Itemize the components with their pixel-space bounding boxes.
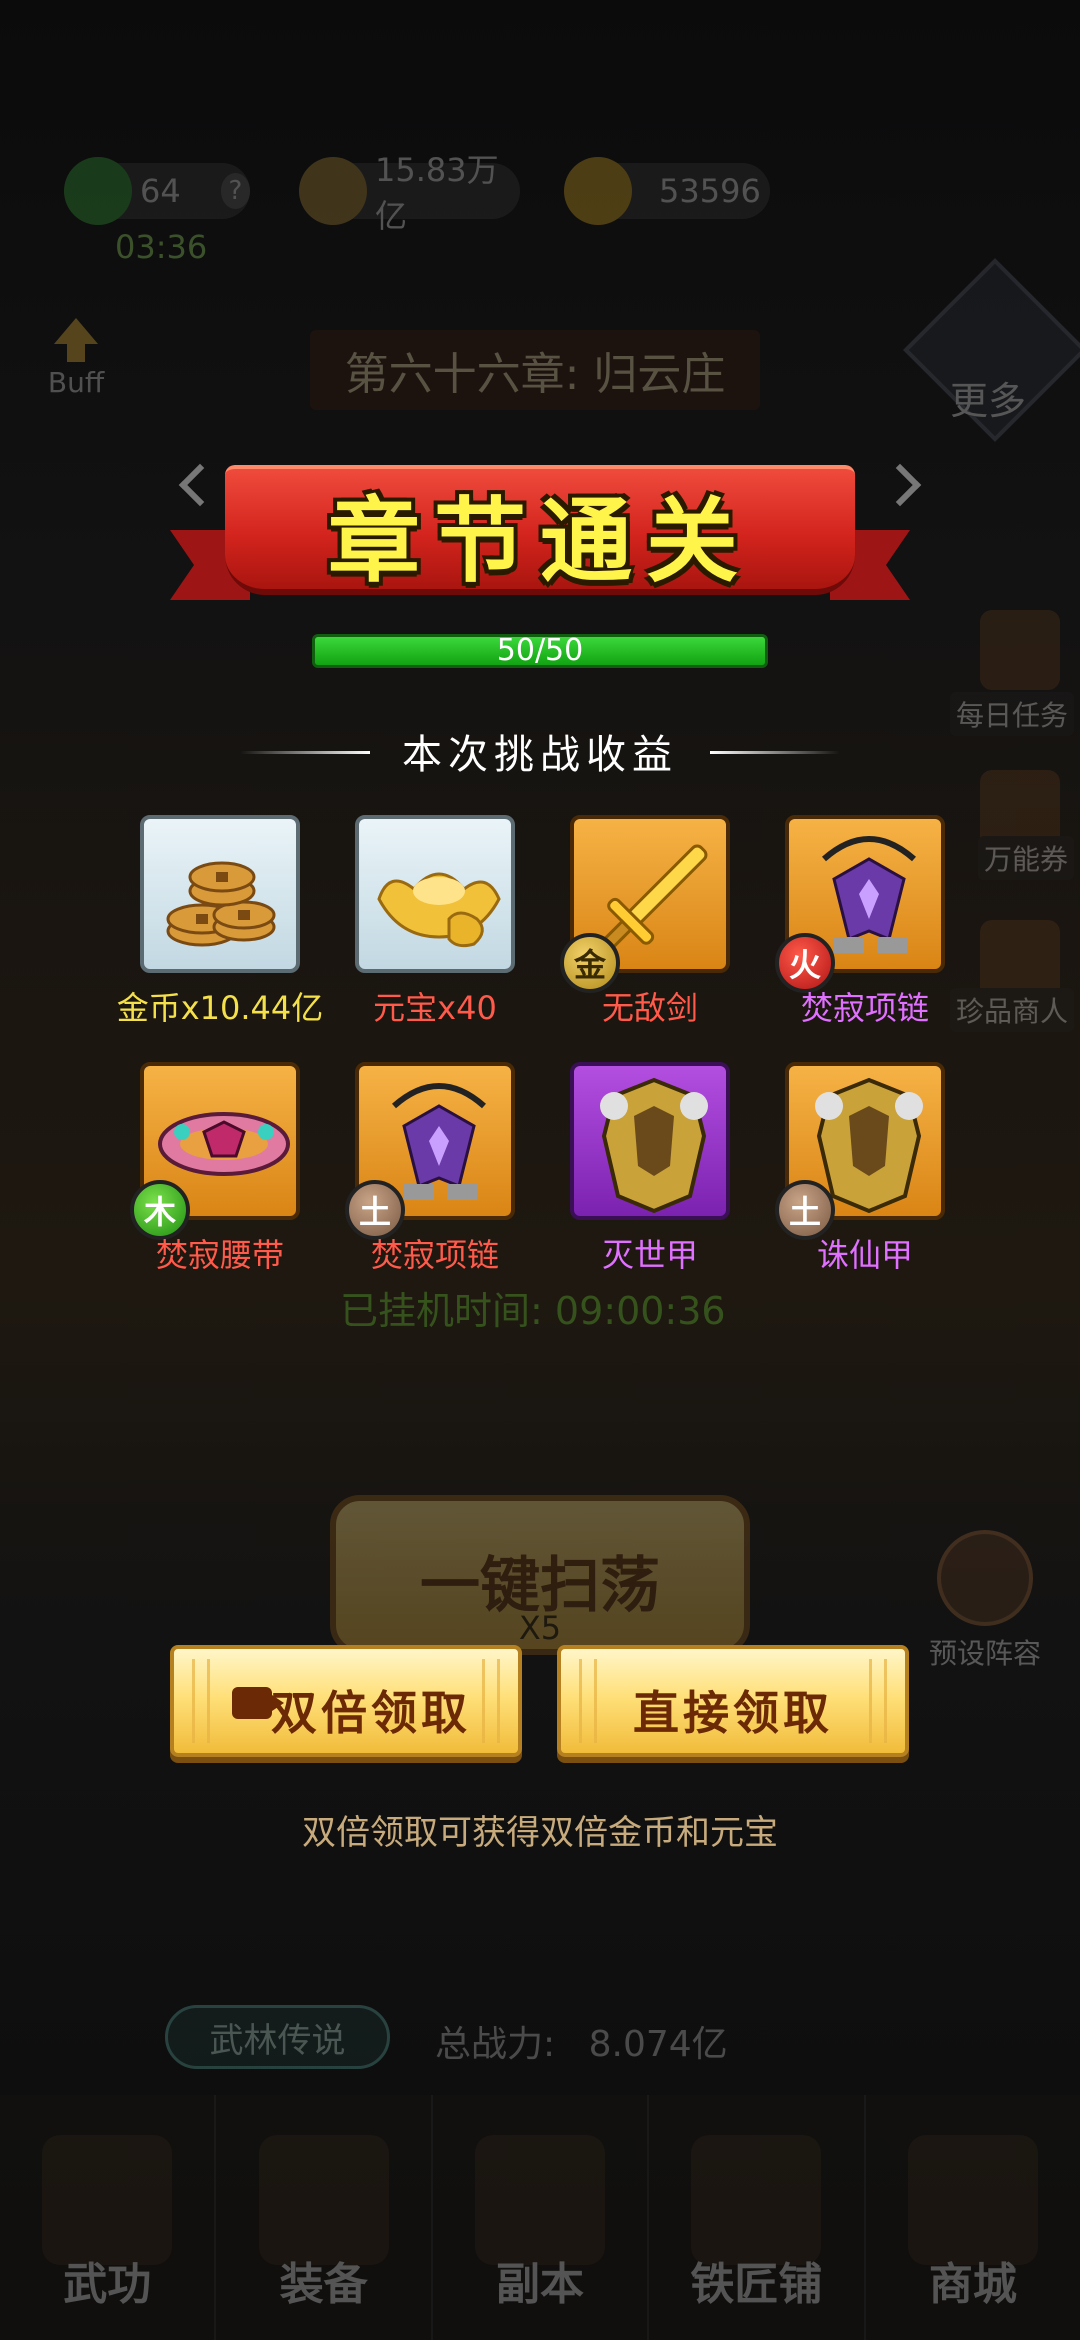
ingot-counter: 53596 (564, 157, 770, 225)
hammer-icon (691, 2135, 822, 2265)
scroll-icon (42, 2135, 173, 2265)
reward-frame: 金 (560, 815, 730, 993)
preset-lineup-icon (937, 1530, 1033, 1626)
total-power-label: 总战力: (435, 2024, 556, 2065)
reward-frame (140, 815, 300, 973)
rewards-heading: 本次挑战收益 (240, 722, 840, 782)
reward-name: 灭世甲 (601, 1236, 698, 1274)
progress-text: 50/50 (496, 634, 584, 668)
ingot-value: 53596 (659, 172, 761, 210)
tab-label: 商城 (928, 2259, 1017, 2310)
banner-title: 章节通关 (327, 487, 752, 595)
reward-name: 元宝x40 (373, 989, 497, 1027)
double-claim-label: 双倍领取 (271, 1686, 471, 1740)
energy-counter[interactable]: 64 ? (64, 157, 250, 225)
tab-dungeon[interactable]: 副本 (433, 2095, 650, 2340)
reward-name: 焚寂项链 (370, 1236, 499, 1274)
coin-value: 15.83万亿 (375, 151, 499, 235)
energy-value: 64 (140, 172, 181, 210)
tab-label: 武功 (63, 2259, 152, 2310)
game-screen: 64 ? 03:36 15.83万亿 53596 Buff 第六十六章: 归云庄… (0, 0, 1080, 2340)
double-claim-button[interactable]: 双倍领取 (170, 1645, 522, 1757)
reward-item[interactable]: 金币x10.44亿 (117, 815, 323, 1027)
reward-name: 无敌剑 (601, 989, 698, 1027)
tab-equipment[interactable]: 装备 (216, 2095, 433, 2340)
ingot-icon (564, 157, 632, 225)
chapter-clear-banner: 章节通关 (170, 455, 910, 620)
crossed-swords-icon (475, 2135, 606, 2265)
reward-frame (355, 815, 515, 973)
buff-button[interactable]: Buff (38, 318, 114, 408)
sweep-button[interactable]: 一键扫荡 X5 (330, 1495, 750, 1655)
sweep-cost: X5 (518, 1609, 562, 1647)
direct-claim-label: 直接领取 (633, 1686, 833, 1740)
energy-timer: 03:36 (115, 228, 208, 266)
reward-name: 焚寂腰带 (155, 1236, 284, 1274)
energy-help-icon[interactable]: ? (220, 173, 250, 209)
reward-name: 焚寂项链 (800, 989, 929, 1027)
daily-task-icon[interactable] (980, 610, 1060, 690)
total-power: 总战力: 8.074亿 (435, 2015, 728, 2067)
tab-shop[interactable]: 商城 (866, 2095, 1080, 2340)
reward-name: 金币x10.44亿 (116, 989, 324, 1027)
preset-lineup-label: 预设阵容 (928, 1637, 1041, 1670)
buff-label: Buff (47, 366, 105, 399)
rewards-title: 本次挑战收益 (402, 732, 678, 778)
energy-leaf-icon (64, 157, 132, 225)
reward-frame: 木 (130, 1062, 300, 1240)
legend-tag[interactable]: 武林传说 (165, 2005, 390, 2069)
more-label: 更多 (950, 379, 1027, 423)
direct-claim-button[interactable]: 直接领取 (557, 1645, 909, 1757)
preset-lineup-button[interactable]: 预设阵容 (920, 1530, 1050, 1672)
reward-item[interactable]: 金无敌剑 (560, 815, 730, 1027)
tab-label: 副本 (496, 2259, 585, 2310)
coin-counter: 15.83万亿 (299, 151, 520, 235)
reward-item[interactable]: 木焚寂腰带 (130, 1062, 300, 1274)
reward-name: 诛仙甲 (816, 1236, 913, 1274)
reward-frame: 土 (775, 1062, 945, 1240)
reward-item[interactable]: 土焚寂项链 (345, 1062, 515, 1274)
armor-icon (258, 2135, 389, 2265)
idle-time: 已挂机时间: 09:00:36 (340, 1280, 726, 1335)
side-item-daily-task[interactable]: 每日任务 (949, 692, 1074, 736)
buff-arrow-icon (54, 318, 98, 344)
chapter-title: 第六十六章: 归云庄 (310, 330, 760, 410)
reward-frame: 土 (345, 1062, 515, 1240)
total-power-value: 8.074亿 (588, 2024, 728, 2065)
coin-icon (299, 157, 367, 225)
tab-martial-arts[interactable]: 武功 (0, 2095, 217, 2340)
reward-item[interactable]: 元宝x40 (355, 815, 515, 1027)
treasure-chest-icon (907, 2135, 1038, 2265)
chapter-progress-bar: 50/50 (312, 634, 768, 668)
tab-blacksmith[interactable]: 铁匠铺 (649, 2095, 866, 2340)
reward-item[interactable]: 灭世甲 (570, 1062, 730, 1274)
reward-frame (570, 1062, 730, 1220)
tab-label: 装备 (279, 2259, 368, 2310)
idle-time-value: 09:00:36 (554, 1289, 726, 1333)
reward-item[interactable]: 火焚寂项链 (775, 815, 945, 1027)
side-item-voucher[interactable]: 万能券 (977, 836, 1074, 880)
reward-item[interactable]: 土诛仙甲 (775, 1062, 945, 1274)
reward-frame: 火 (775, 815, 945, 993)
idle-time-label: 已挂机时间: (340, 1289, 543, 1333)
tab-label: 铁匠铺 (690, 2259, 823, 2310)
double-claim-hint: 双倍领取可获得双倍金币和元宝 (302, 1813, 778, 1853)
bottom-nav: 武功 装备 副本 铁匠铺 商城 (0, 2095, 1080, 2340)
